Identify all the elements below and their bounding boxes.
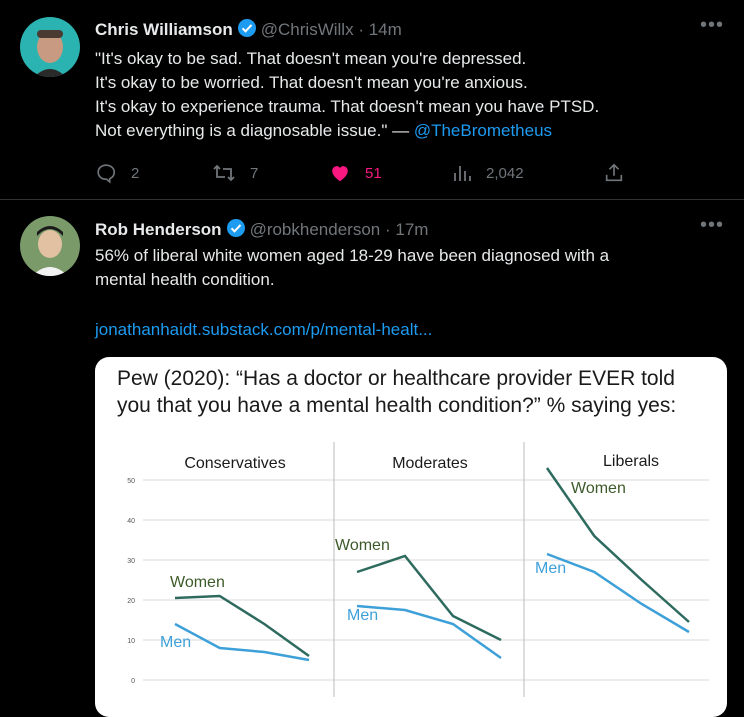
tweet-line: "It's okay to be sad. That doesn't mean … [95, 47, 715, 71]
author-name[interactable]: Chris Williamson [95, 20, 233, 39]
more-options-icon[interactable]: ••• [700, 214, 724, 237]
tweet-line: It's okay to be worried. That doesn't me… [95, 71, 715, 95]
like-button[interactable]: 51 [329, 162, 382, 184]
series-line-men [547, 554, 689, 632]
share-button[interactable] [603, 162, 639, 184]
tweet-link-row: jonathanhaidt.substack.com/p/mental-heal… [95, 318, 715, 342]
tweet-line: It's okay to experience trauma. That doe… [95, 95, 715, 119]
series-line-women [175, 596, 309, 656]
tweet-line: 56% of liberal white women aged 18-29 ha… [95, 244, 715, 268]
verified-badge-icon [226, 218, 246, 243]
tweet-time[interactable]: 17m [395, 220, 428, 239]
tweet-text: 56% of liberal white women aged 18-29 ha… [95, 244, 715, 292]
panel-title: Liberals [603, 453, 659, 470]
tweet-chris-williamson[interactable]: Chris Williamson @ChrisWillx · 14m ••• "I… [0, 0, 744, 199]
series-label: Men [535, 560, 566, 577]
views-button[interactable]: 2,042 [452, 162, 524, 184]
avatar-rob-henderson[interactable] [20, 216, 80, 276]
tweet-time[interactable]: 14m [369, 20, 402, 39]
heart-icon [329, 162, 351, 184]
y-tick-label: 10 [127, 638, 135, 645]
panel-title: Conservatives [184, 455, 285, 472]
author-handle[interactable]: @ChrisWillx [261, 20, 354, 39]
author-name[interactable]: Rob Henderson [95, 220, 222, 239]
article-link[interactable]: jonathanhaidt.substack.com/p/mental-heal… [95, 318, 715, 342]
series-label: Women [571, 480, 626, 497]
panel-title: Moderates [392, 455, 468, 472]
views-count: 2,042 [486, 165, 524, 182]
reply-count: 2 [131, 165, 139, 182]
y-tick-label: 0 [131, 678, 135, 685]
y-tick-label: 50 [127, 478, 135, 485]
series-label: Men [160, 634, 191, 651]
tweet-line-last: Not everything is a diagnosable issue." … [95, 119, 715, 143]
avatar-chris-williamson[interactable] [20, 17, 80, 77]
tweet-actions: 2 7 51 2,042 [95, 160, 635, 186]
series-line-men [357, 606, 501, 658]
tweet-line-text: Not everything is a diagnosable issue." … [95, 121, 414, 140]
share-icon [603, 162, 625, 184]
series-label: Women [170, 574, 225, 591]
separator-dot: · [385, 220, 391, 239]
series-label: Men [347, 607, 378, 624]
chart-card-image[interactable]: Pew (2020): “Has a doctor or healthcare … [95, 357, 727, 717]
mental-health-chart: 0 10 20 30 40 50 Conservatives Women Men Moderate… [95, 357, 727, 717]
retweet-button[interactable]: 7 [212, 162, 258, 184]
more-options-icon[interactable]: ••• [700, 14, 724, 37]
y-tick-label: 40 [127, 518, 135, 525]
author-handle[interactable]: @robkhenderson [250, 220, 381, 239]
y-tick-label: 20 [127, 598, 135, 605]
series-label: Women [335, 537, 390, 554]
retweet-count: 7 [250, 165, 258, 182]
mention-link[interactable]: @TheBrometheus [414, 121, 552, 140]
y-tick-label: 30 [127, 558, 135, 565]
reply-icon [95, 162, 117, 184]
tweet-text: "It's okay to be sad. That doesn't mean … [95, 47, 715, 143]
separator-dot: · [358, 20, 364, 39]
like-count: 51 [365, 165, 382, 182]
retweet-icon [212, 162, 236, 184]
reply-button[interactable]: 2 [95, 162, 139, 184]
verified-badge-icon [237, 18, 257, 43]
tweet-line: mental health condition. [95, 268, 715, 292]
series-line-women [357, 556, 501, 640]
views-bar-chart-icon [452, 162, 472, 184]
